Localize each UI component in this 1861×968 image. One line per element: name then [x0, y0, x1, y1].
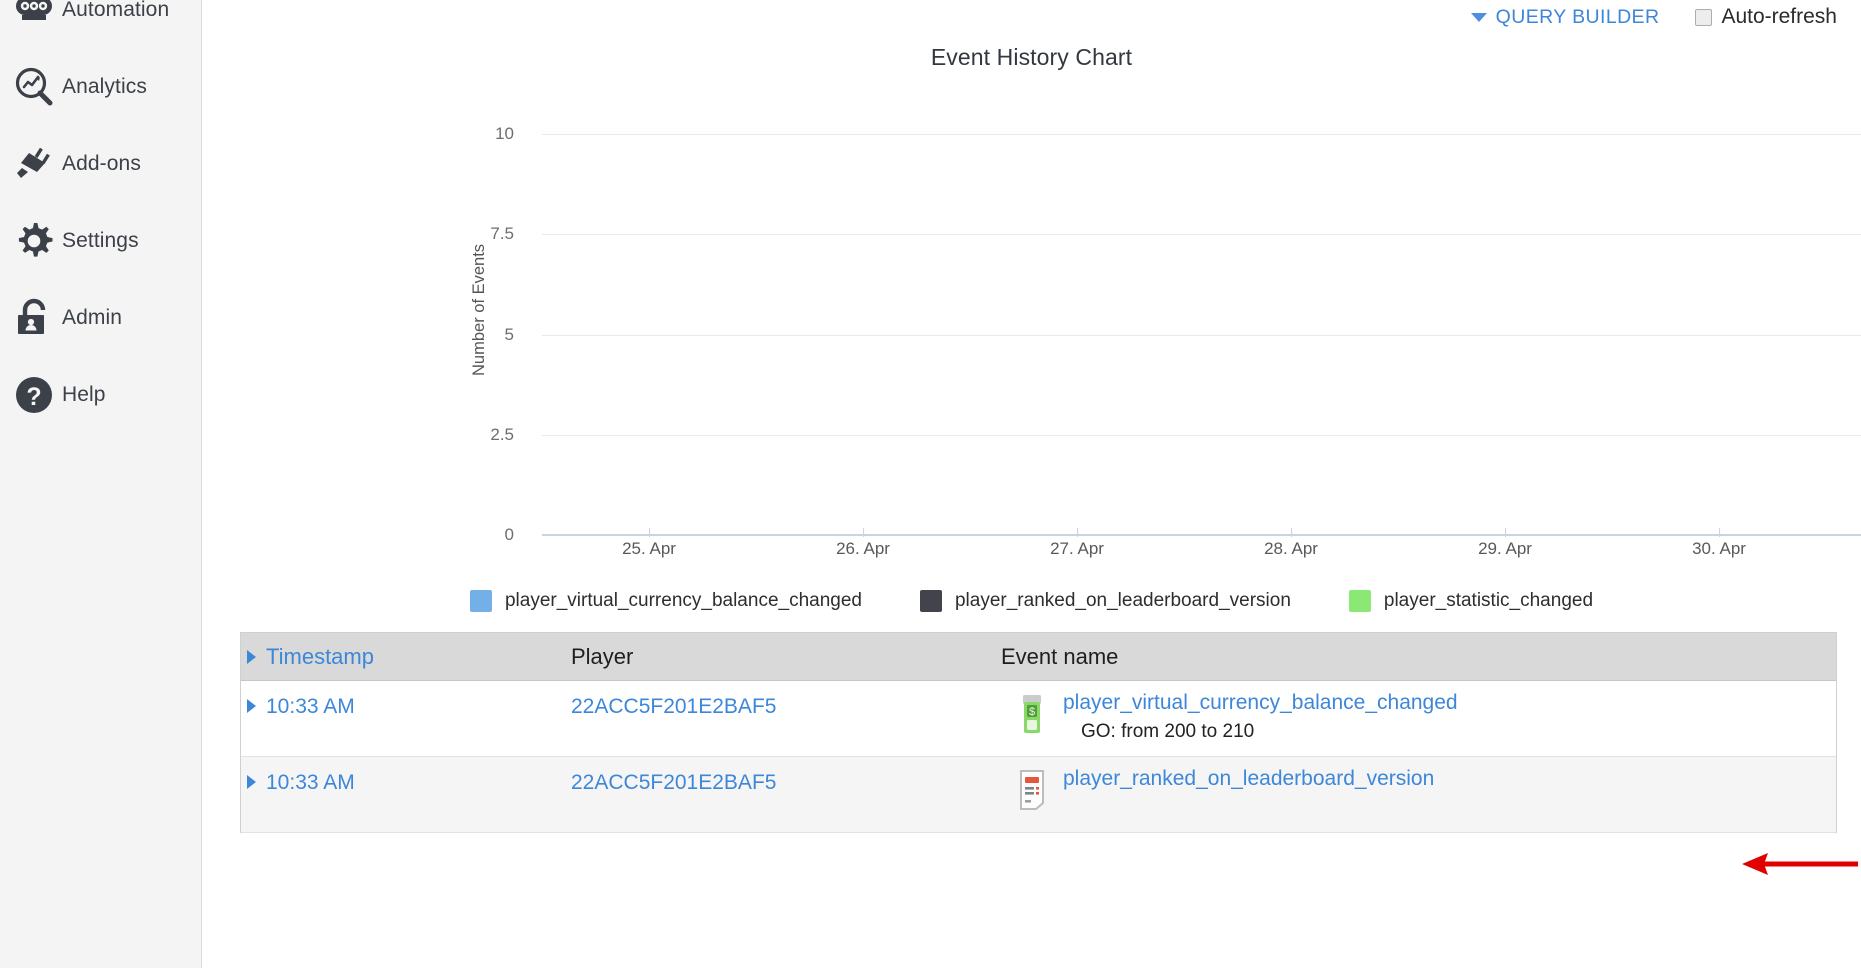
sidebar-item-label: Help	[62, 383, 106, 407]
tick-mark	[649, 528, 650, 537]
tick-mark	[1291, 528, 1292, 537]
legend-label: player_ranked_on_leaderboard_version	[955, 590, 1291, 612]
sidebar-item-settings[interactable]: Settings	[0, 202, 201, 279]
header-label-timestamp: Timestamp	[266, 644, 374, 670]
sidebar-item-addons[interactable]: Add-ons	[0, 125, 201, 202]
sidebar-item-label: Automation	[62, 0, 169, 22]
document-list-icon	[1001, 767, 1063, 811]
sidebar-item-admin[interactable]: Admin	[0, 279, 201, 356]
event-detail: GO: from 200 to 210	[1063, 721, 1458, 743]
y-axis-tick-label: 10	[452, 124, 532, 144]
header-label-player: Player	[571, 644, 633, 669]
header-cell-timestamp[interactable]: Timestamp	[241, 644, 571, 670]
player-id[interactable]: 22ACC5F201E2BAF5	[571, 771, 776, 794]
event-name-link[interactable]: player_ranked_on_leaderboard_version	[1063, 767, 1434, 791]
auto-refresh-label: Auto-refresh	[1721, 5, 1837, 29]
query-builder-toggle[interactable]: QUERY BUILDER	[1471, 6, 1660, 29]
gear-icon	[6, 220, 62, 262]
x-axis-tick-label: 30. Apr	[1692, 539, 1746, 559]
tick-mark	[1719, 528, 1720, 537]
gridline	[542, 435, 1861, 436]
cell-event-name: $ player_virtual_currency_balance_change…	[1001, 681, 1836, 743]
header-cell-event-name: Event name	[1001, 644, 1836, 670]
chart-plot-area: Number of Events 02.557.51025. Apr26. Ap…	[202, 90, 1861, 550]
y-axis-label: Number of Events	[470, 244, 489, 376]
event-history-chart: Event History Chart Number of Events 02.…	[202, 34, 1861, 604]
x-axis-tick-label: 29. Apr	[1478, 539, 1532, 559]
sidebar-item-label: Add-ons	[62, 152, 141, 176]
gridline	[542, 234, 1861, 235]
sidebar-item-label: Settings	[62, 229, 139, 253]
tick-mark	[863, 528, 864, 537]
event-name-link[interactable]: player_virtual_currency_balance_changed	[1063, 691, 1458, 715]
player-id[interactable]: 22ACC5F201E2BAF5	[571, 695, 776, 718]
sidebar-item-label: Analytics	[62, 75, 147, 99]
addons-plug-icon	[6, 143, 62, 185]
x-axis-line	[542, 534, 1861, 536]
legend-swatch	[1349, 590, 1371, 612]
expand-triangle-icon[interactable]	[247, 699, 256, 713]
y-axis-tick-label: 2.5	[452, 425, 532, 445]
legend-item[interactable]: player_statistic_changed	[1349, 590, 1593, 612]
y-axis-tick-label: 7.5	[452, 224, 532, 244]
legend-swatch	[920, 590, 942, 612]
topbar: QUERY BUILDER Auto-refresh	[202, 0, 1861, 34]
legend-item[interactable]: player_virtual_currency_balance_changed	[470, 590, 862, 612]
app-root: Automation Analytics Add-ons Settings Ad	[0, 0, 1861, 968]
lock-user-icon	[6, 297, 62, 339]
legend-swatch	[470, 590, 492, 612]
legend-label: player_virtual_currency_balance_changed	[505, 590, 862, 612]
x-axis-tick-label: 27. Apr	[1050, 539, 1104, 559]
sidebar: Automation Analytics Add-ons Settings Ad	[0, 0, 202, 968]
cell-timestamp: 10:33 AM	[241, 681, 571, 719]
event-name-block: player_ranked_on_leaderboard_version	[1063, 767, 1434, 791]
svg-text:?: ?	[26, 383, 41, 411]
money-dispenser-icon: $	[1001, 691, 1063, 735]
caret-down-icon	[1471, 13, 1487, 22]
legend-item[interactable]: player_ranked_on_leaderboard_version	[920, 590, 1291, 612]
x-axis-tick-label: 26. Apr	[836, 539, 890, 559]
cell-player: 22ACC5F201E2BAF5	[571, 681, 1001, 719]
table-header-row: Timestamp Player Event name	[241, 633, 1836, 681]
plot: 02.557.51025. Apr26. Apr27. Apr28. Apr29…	[542, 134, 1861, 535]
cell-player: 22ACC5F201E2BAF5	[571, 757, 1001, 795]
y-axis-tick-label: 5	[452, 325, 532, 345]
header-label-event-name: Event name	[1001, 644, 1118, 670]
x-axis-tick-label: 28. Apr	[1264, 539, 1318, 559]
gridline	[542, 335, 1861, 336]
chart-title: Event History Chart	[202, 34, 1861, 71]
tick-mark	[1077, 528, 1078, 537]
cell-event-name: player_ranked_on_leaderboard_version	[1001, 757, 1836, 811]
sidebar-item-label: Admin	[62, 306, 122, 330]
main-content: QUERY BUILDER Auto-refresh Event History…	[202, 0, 1861, 968]
sidebar-item-help[interactable]: ? Help	[0, 356, 201, 433]
automation-icon	[6, 0, 62, 25]
timestamp-value[interactable]: 10:33 AM	[266, 771, 355, 795]
y-axis-tick-label: 0	[452, 525, 532, 545]
table-row[interactable]: 10:33 AM 22ACC5F201E2BAF5 $ player_virtu…	[241, 681, 1836, 757]
analytics-icon	[6, 66, 62, 108]
x-axis-tick-label: 25. Apr	[622, 539, 676, 559]
table-row[interactable]: 10:33 AM 22ACC5F201E2BAF5 player_ranked_…	[241, 757, 1836, 833]
expand-triangle-icon[interactable]	[247, 775, 256, 789]
query-builder-label: QUERY BUILDER	[1496, 6, 1660, 29]
events-table: Timestamp Player Event name 10:33 AM 22A…	[240, 632, 1837, 833]
auto-refresh-toggle[interactable]: Auto-refresh	[1695, 5, 1837, 29]
sidebar-item-automation[interactable]: Automation	[0, 0, 201, 48]
svg-text:$: $	[1029, 706, 1035, 718]
legend-label: player_statistic_changed	[1384, 590, 1593, 612]
gridline	[542, 134, 1861, 135]
sort-triangle-icon	[247, 650, 256, 664]
timestamp-value[interactable]: 10:33 AM	[266, 695, 355, 719]
red-left-arrow-annotation	[1740, 853, 1860, 875]
event-name-block: player_virtual_currency_balance_changed …	[1063, 691, 1458, 743]
question-circle-icon: ?	[6, 374, 62, 416]
cell-timestamp: 10:33 AM	[241, 757, 571, 795]
chart-legend: player_virtual_currency_balance_changed p…	[202, 590, 1861, 612]
auto-refresh-checkbox[interactable]	[1695, 9, 1712, 26]
header-cell-player: Player	[571, 644, 1001, 670]
tick-mark	[1505, 528, 1506, 537]
sidebar-item-analytics[interactable]: Analytics	[0, 48, 201, 125]
